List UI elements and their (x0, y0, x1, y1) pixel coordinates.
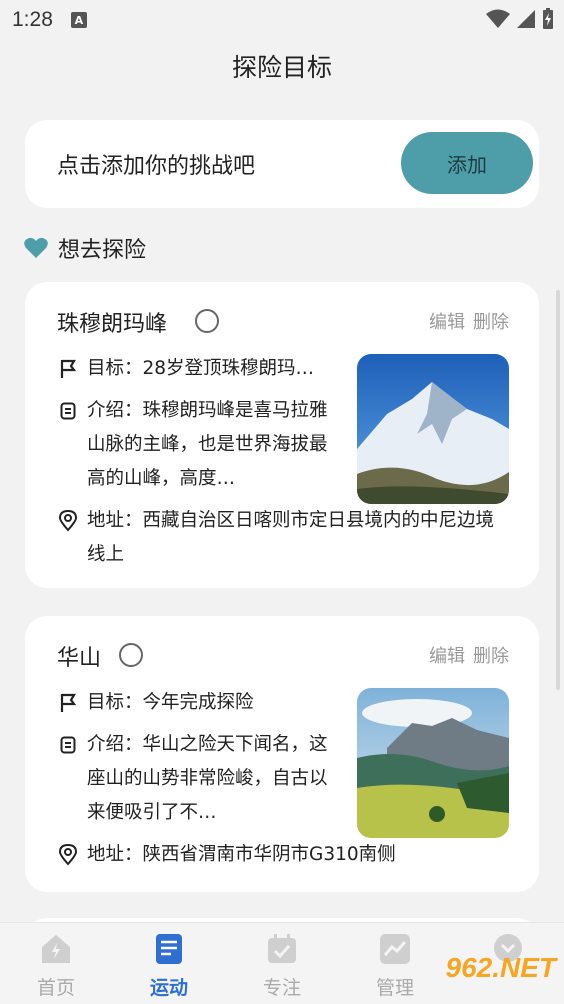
wifi-icon (486, 9, 510, 28)
nav-focus[interactable]: 专注 (242, 933, 322, 1000)
add-button[interactable]: 添加 (401, 132, 533, 194)
add-challenge-card: 点击添加你的挑战吧 添加 (25, 120, 539, 208)
complete-toggle[interactable] (195, 309, 219, 333)
delete-link[interactable]: 删除 (473, 642, 509, 668)
goal-text: 目标：今年完成探险 (87, 692, 254, 713)
list-item[interactable]: 珠穆朗玛峰 编辑 删除 目标：28岁登顶珠穆朗玛… 介绍：珠穆朗玛峰是喜马拉雅山… (25, 282, 539, 588)
add-prompt: 点击添加你的挑战吧 (57, 154, 256, 179)
goal-row: 目标：今年完成探险 (57, 686, 339, 720)
document-icon (57, 728, 79, 762)
edit-link[interactable]: 编辑 (429, 642, 465, 668)
location-icon (57, 838, 79, 872)
flag-icon (57, 352, 79, 386)
item-actions: 编辑 删除 (429, 308, 509, 334)
status-time: 1:28 (12, 8, 53, 31)
status-bar: 1:28 A (0, 0, 564, 40)
calendar-check-icon (268, 934, 296, 963)
delete-link[interactable]: 删除 (473, 308, 509, 334)
address-row: 地址：陕西省渭南市华阴市G310南侧 (57, 838, 507, 872)
scrollbar[interactable] (556, 290, 560, 690)
nav-label: 运动 (149, 977, 188, 999)
location-icon (57, 504, 79, 538)
item-name: 珠穆朗玛峰 (57, 312, 168, 337)
section-header: 想去探险 (24, 232, 146, 264)
item-actions: 编辑 删除 (429, 642, 509, 668)
home-icon (42, 935, 70, 963)
status-icons (486, 8, 554, 30)
goal-text: 目标：28岁登顶珠穆朗玛… (87, 358, 315, 379)
everest-image (357, 354, 509, 504)
nav-label: 首页 (36, 977, 75, 999)
item-name: 华山 (57, 646, 102, 671)
address-text: 地址：陕西省渭南市华阴市G310南侧 (87, 844, 396, 865)
edit-link[interactable]: 编辑 (429, 308, 465, 334)
document-icon (57, 394, 79, 428)
nav-label: 管理 (375, 977, 414, 999)
huashan-image (357, 688, 509, 838)
battery-icon (543, 8, 553, 29)
nav-label: 专注 (262, 977, 301, 999)
page-title: 探险目标 (231, 53, 332, 82)
address-text: 地址：西藏自治区日喀则市定日县境内的中尼边境线上 (87, 510, 495, 565)
watermark-logo: 962.NET (445, 952, 557, 983)
chart-icon (380, 934, 410, 964)
note-icon (156, 934, 182, 964)
flag-icon (57, 686, 79, 720)
nav-manage[interactable]: 管理 (355, 933, 435, 1000)
address-row: 地址：西藏自治区日喀则市定日县境内的中尼边境线上 (57, 504, 507, 572)
nav-sport[interactable]: 运动 (129, 933, 209, 1000)
nav-home[interactable]: 首页 (16, 933, 96, 1000)
intro-text: 介绍：珠穆朗玛峰是喜马拉雅山脉的主峰，也是世界海拔最高的山峰，高度… (87, 400, 328, 489)
goal-row: 目标：28岁登顶珠穆朗玛… (57, 352, 339, 386)
section-label: 想去探险 (58, 238, 147, 263)
heart-icon (24, 237, 48, 258)
complete-toggle[interactable] (119, 643, 143, 667)
notification-icon: A (70, 12, 87, 28)
list-item[interactable]: 华山 编辑 删除 目标：今年完成探险 介绍：华山之险天下闻名，这座山的山势非常险… (25, 616, 539, 892)
signal-icon (517, 10, 535, 28)
intro-row: 介绍：华山之险天下闻名，这座山的山势非常险峻，自古以来便吸引了不… (57, 728, 339, 830)
intro-text: 介绍：华山之险天下闻名，这座山的山势非常险峻，自古以来便吸引了不… (87, 734, 328, 823)
intro-row: 介绍：珠穆朗玛峰是喜马拉雅山脉的主峰，也是世界海拔最高的山峰，高度… (57, 394, 339, 496)
